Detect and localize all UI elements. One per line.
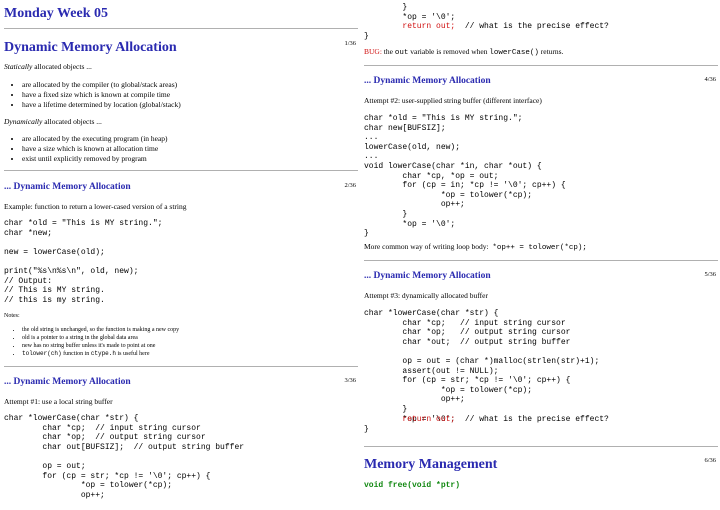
slide3-code-continued: } *op = '\0'; <box>402 3 456 22</box>
list-item: have a fixed size which is known at comp… <box>22 90 181 100</box>
slide3-return-line: return out; // what is the precise effec… <box>402 22 609 31</box>
list-item: old is a pointer to a string in the glob… <box>22 334 179 342</box>
week-title: Monday Week 05 <box>4 6 108 21</box>
slide5-page-number: 5/36 <box>704 271 716 278</box>
divider <box>4 28 358 29</box>
slide3-title: ... Dynamic Memory Allocation <box>4 377 131 387</box>
slide2-intro: Example: function to return a lower-case… <box>4 202 187 211</box>
slide4-title: ... Dynamic Memory Allocation <box>364 76 491 86</box>
divider <box>4 366 358 367</box>
list-item: the old string is unchanged, so the func… <box>22 326 179 334</box>
slide3-intro: Attempt #1: use a local string buffer <box>4 397 113 406</box>
divider <box>364 446 718 447</box>
list-item: are allocated by the executing program (… <box>22 134 168 144</box>
slide5-intro: Attempt #3: dynamically allocated buffer <box>364 291 488 300</box>
list-item: are allocated by the compiler (to global… <box>22 80 181 90</box>
slide4-intro: Attempt #2: user-supplied string buffer … <box>364 96 542 105</box>
slide3-bug-note: BUG: the out variable is removed when lo… <box>364 47 564 57</box>
slide1-static-intro: Statically allocated objects ... <box>4 62 92 71</box>
slide5-return-line: return out; // what is the precise effec… <box>402 415 609 424</box>
list-item: have a size which is known at allocation… <box>22 144 168 154</box>
slide5-code: char *lowerCase(char *str) { char *cp; /… <box>364 309 600 424</box>
slide4-page-number: 4/36 <box>704 76 716 83</box>
list-item: new has no string buffer unless it's mad… <box>22 342 179 350</box>
slide3-code: char *lowerCase(char *str) { char *cp; /… <box>4 414 245 500</box>
slide2-notes-label: Notes: <box>4 313 20 319</box>
slide5-title: ... Dynamic Memory Allocation <box>364 271 491 281</box>
slide1-static-list: are allocated by the compiler (to global… <box>4 80 181 110</box>
slide3-closing-brace: } <box>364 32 369 41</box>
slide4-footer: More common way of writing loop body: *o… <box>364 242 587 252</box>
slide6-page-number: 6/36 <box>704 457 716 464</box>
slide3-page-number: 3/36 <box>344 377 356 384</box>
list-item: tolower(ch) function in ctype.h is usefu… <box>22 350 179 358</box>
slide5-closing-brace: } <box>364 425 369 434</box>
slide6-code: void free(void *ptr) <box>364 481 461 490</box>
slide1-dynamic-intro: Dynamically allocated objects ... <box>4 117 102 126</box>
slide1-dynamic-list: are allocated by the executing program (… <box>4 134 168 164</box>
slide2-title: ... Dynamic Memory Allocation <box>4 182 131 192</box>
slide1-page-number: 1/36 <box>344 40 356 47</box>
divider <box>364 260 718 261</box>
slide6-title: Memory Management <box>364 457 498 472</box>
list-item: have a lifetime determined by location (… <box>22 100 181 110</box>
slide2-code: char *old = "This is MY string."; char *… <box>4 219 163 305</box>
slide4-code: char *old = "This is MY string."; char n… <box>364 114 566 239</box>
divider <box>364 65 718 66</box>
slide1-title: Dynamic Memory Allocation <box>4 40 177 55</box>
list-item: exist until explicitly removed by progra… <box>22 154 168 164</box>
slide2-page-number: 2/36 <box>344 182 356 189</box>
divider <box>4 170 358 171</box>
slide2-notes-list: the old string is unchanged, so the func… <box>4 326 179 358</box>
